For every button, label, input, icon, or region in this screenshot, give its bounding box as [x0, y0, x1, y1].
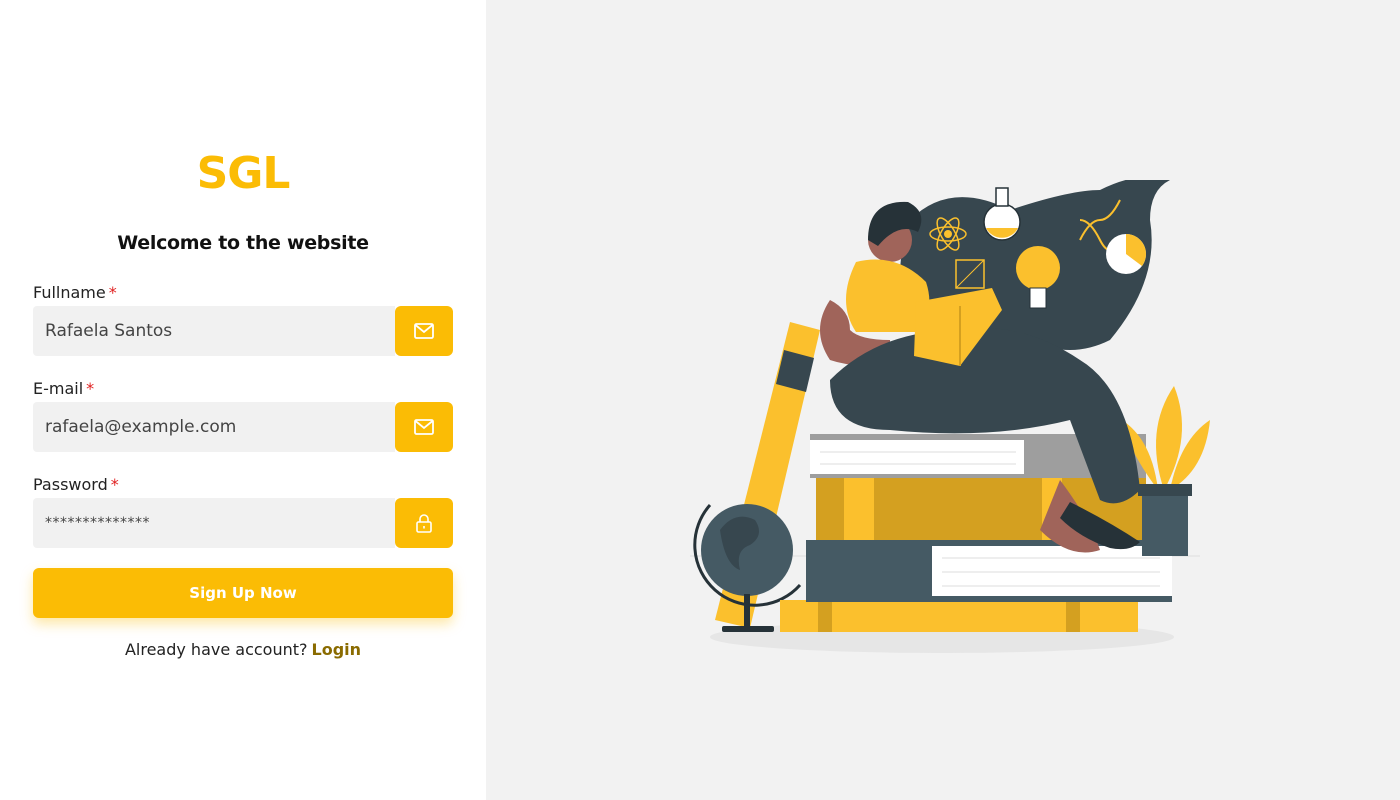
signup-panel: SGL Welcome to the website Fullname* E-m…: [0, 0, 486, 800]
plant-pot: [1142, 486, 1188, 556]
email-input[interactable]: [33, 402, 395, 452]
mail-icon: [414, 419, 434, 435]
page-title: Welcome to the website: [117, 232, 369, 254]
email-label-text: E-mail: [33, 379, 84, 398]
password-label: Password *: [33, 475, 119, 494]
fullname-icon-button: [395, 306, 453, 356]
mail-icon: [414, 323, 434, 339]
password-label-text: Password: [33, 475, 108, 494]
fullname-label-text: Fullname: [33, 283, 106, 302]
lock-icon: [416, 514, 432, 533]
fullname-field-group: [33, 306, 453, 356]
login-prompt-text: Already have account?: [124, 640, 308, 659]
fullname-label: Fullname *: [33, 283, 117, 302]
login-link[interactable]: Login: [312, 640, 362, 659]
lightbulb-icon: [1016, 246, 1060, 290]
fullname-input[interactable]: [33, 306, 395, 356]
login-prompt: Already have account? Login: [0, 640, 486, 659]
brand-logo: SGL: [196, 148, 291, 199]
globe-base: [722, 626, 774, 632]
atom-icon: [944, 230, 952, 238]
password-field-group: [33, 498, 453, 548]
password-input[interactable]: [33, 498, 395, 548]
required-marker: *: [108, 283, 117, 302]
required-marker: *: [86, 379, 95, 398]
email-label: E-mail *: [33, 379, 94, 398]
globe-stand: [744, 594, 750, 628]
email-field-group: [33, 402, 453, 452]
book-bottom: [780, 600, 1138, 632]
required-marker: *: [110, 475, 119, 494]
girl-reading-on-books-illustration: [690, 180, 1210, 653]
email-icon-button: [395, 402, 453, 452]
password-icon-button: [395, 498, 453, 548]
sign-up-button[interactable]: Sign Up Now: [33, 568, 453, 618]
